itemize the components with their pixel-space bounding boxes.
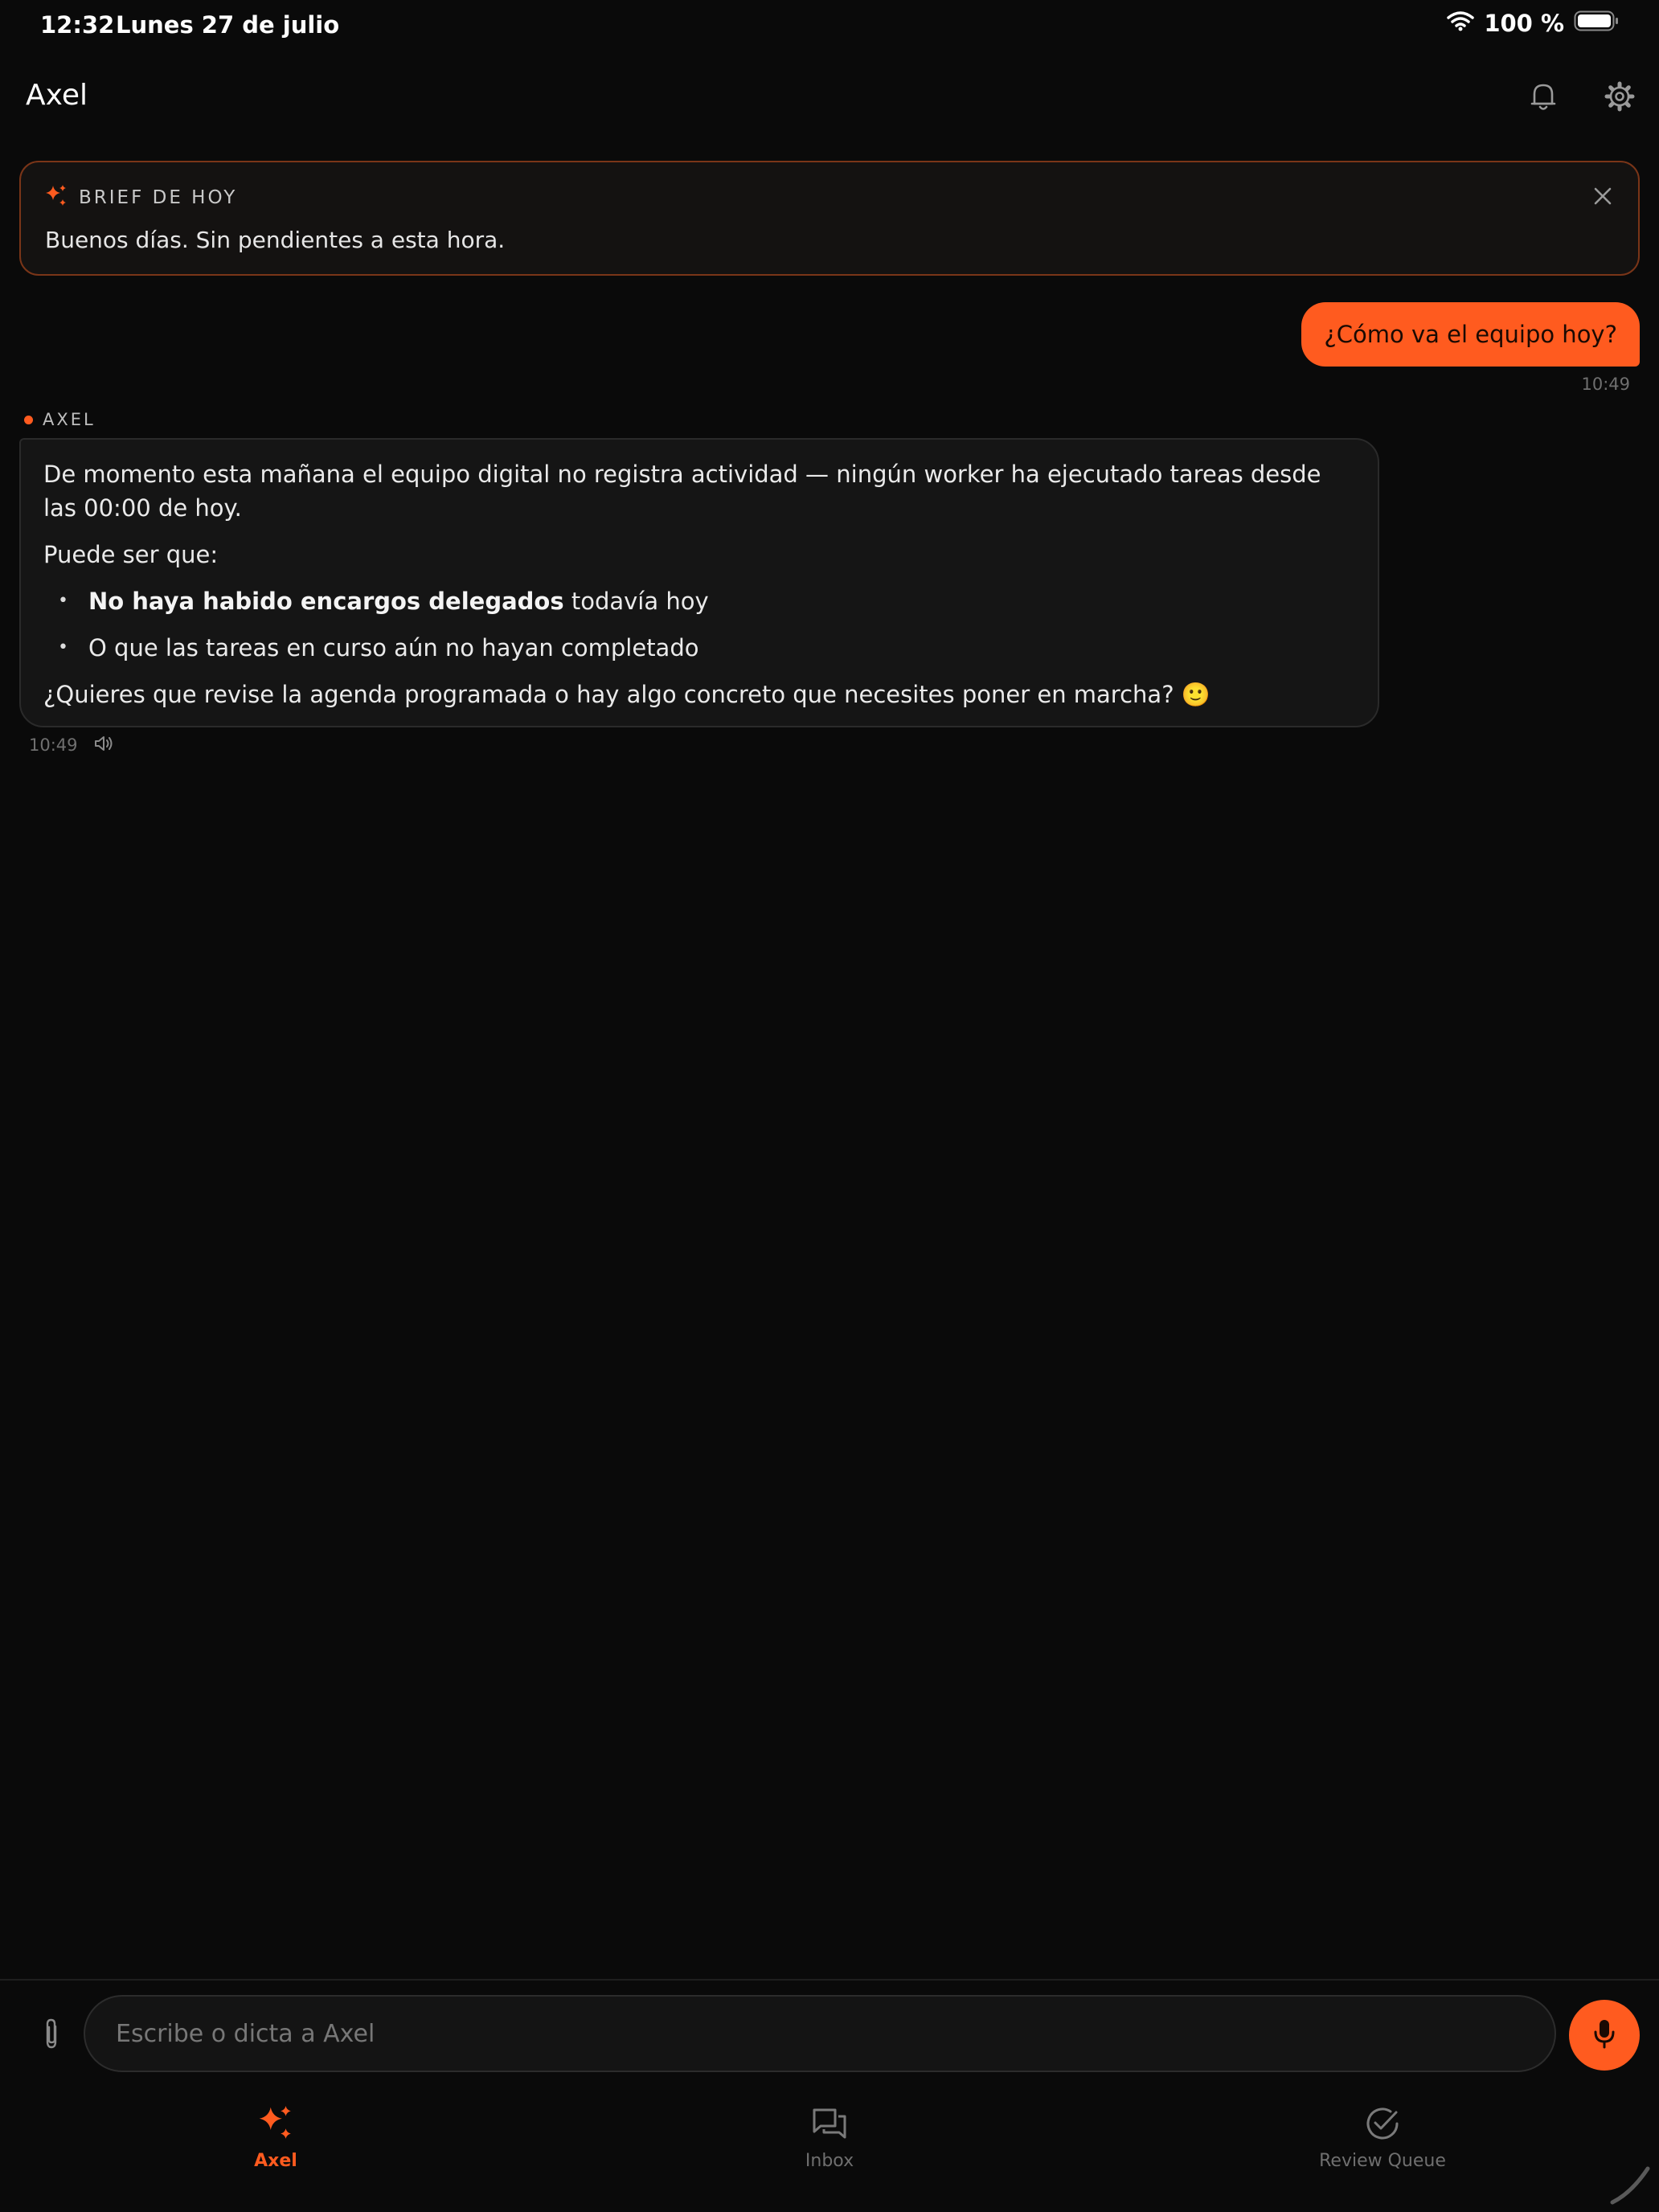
- bell-icon: [1530, 81, 1557, 115]
- assistant-bullet-list: No haya habido encargos delegados todaví…: [43, 584, 1355, 665]
- sparkle-icon: [253, 2101, 298, 2146]
- battery-percent: 100 %: [1484, 10, 1564, 37]
- list-item: O que las tareas en curso aún no hayan c…: [43, 631, 1355, 665]
- speaker-button[interactable]: [94, 735, 115, 756]
- assistant-sender-label: AXEL: [24, 410, 96, 429]
- chat-bubbles-icon: [807, 2101, 852, 2146]
- close-icon: [1593, 186, 1612, 209]
- tab-axel[interactable]: Axel: [155, 2101, 396, 2189]
- gear-icon: [1604, 81, 1635, 115]
- sparkle-icon: [43, 183, 69, 212]
- brief-close-button[interactable]: [1587, 182, 1619, 214]
- speaker-icon: [94, 736, 115, 756]
- user-message-time: 10:49: [1581, 375, 1630, 394]
- brief-label: BRIEF DE HOY: [79, 187, 238, 208]
- brief-text: Buenos días. Sin pendientes a esta hora.: [45, 227, 506, 253]
- assistant-paragraph: Puede ser que:: [43, 541, 219, 568]
- brief-header: BRIEF DE HOY: [43, 183, 237, 212]
- tab-label: Axel: [254, 2151, 297, 2171]
- status-indicators: 100 %: [1447, 10, 1619, 37]
- battery-icon: [1574, 10, 1619, 37]
- assistant-paragraph: De momento esta mañana el equipo digital…: [43, 461, 1321, 522]
- brief-card: BRIEF DE HOY Buenos días. Sin pendientes…: [19, 161, 1640, 276]
- status-bar: 12:32 Lunes 27 de julio 100 %: [0, 0, 1659, 51]
- attach-button[interactable]: [32, 2016, 71, 2054]
- paperclip-icon: [41, 2017, 62, 2054]
- tab-label: Inbox: [805, 2151, 854, 2171]
- settings-button[interactable]: [1600, 79, 1639, 117]
- assistant-message-time: 10:49: [29, 735, 78, 755]
- tab-inbox[interactable]: Inbox: [709, 2101, 950, 2189]
- notifications-button[interactable]: [1524, 79, 1563, 117]
- message-composer: [0, 1979, 1659, 2083]
- microphone-icon: [1592, 2017, 1616, 2053]
- assistant-status-dot: [24, 415, 33, 424]
- message-input[interactable]: [84, 1995, 1556, 2072]
- list-item-bold: No haya habido encargos delegados: [88, 588, 564, 615]
- user-message-bubble: ¿Cómo va el equipo hoy?: [1301, 302, 1640, 367]
- user-message-text: ¿Cómo va el equipo hoy?: [1324, 321, 1617, 348]
- tab-label: Review Queue: [1319, 2151, 1446, 2171]
- assistant-message-bubble: De momento esta mañana el equipo digital…: [19, 438, 1379, 727]
- list-item-text: O que las tareas en curso aún no hayan c…: [88, 634, 699, 662]
- assistant-message-meta: 10:49: [29, 735, 115, 756]
- microphone-button[interactable]: [1569, 2000, 1640, 2071]
- check-circle-icon: [1360, 2101, 1405, 2146]
- page-title: Axel: [26, 79, 88, 112]
- tab-review-queue[interactable]: Review Queue: [1262, 2101, 1503, 2189]
- resize-handle[interactable]: [1608, 2162, 1651, 2209]
- assistant-paragraph: ¿Quieres que revise la agenda programada…: [43, 681, 1210, 708]
- app-header: Axel: [0, 64, 1659, 129]
- status-date: Lunes 27 de julio: [116, 11, 340, 39]
- list-item: No haya habido encargos delegados todaví…: [43, 584, 1355, 618]
- bottom-tab-bar: Axel Inbox Review Queue: [0, 2090, 1659, 2212]
- wifi-icon: [1447, 10, 1475, 37]
- status-time: 12:32: [40, 11, 115, 39]
- list-item-text: todavía hoy: [563, 588, 709, 615]
- assistant-name: AXEL: [43, 410, 96, 429]
